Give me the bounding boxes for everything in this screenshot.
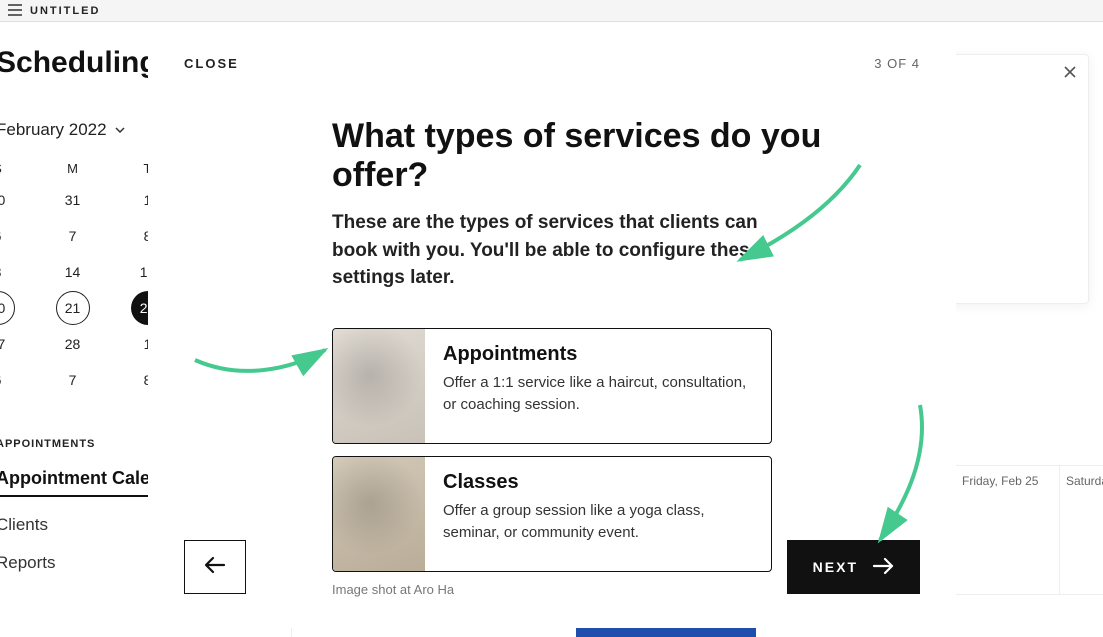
- calendar-day[interactable]: 30: [0, 182, 35, 218]
- arrow-left-icon: [204, 556, 226, 579]
- week-columns: Friday, Feb 25Saturda: [955, 465, 1103, 595]
- sidebar-nav-item[interactable]: Appointment Calen: [0, 468, 161, 497]
- calendar-day[interactable]: 27: [0, 326, 35, 362]
- window-title: UNTITLED: [30, 5, 100, 17]
- week-column-header: Friday, Feb 25: [955, 465, 1059, 595]
- onboarding-modal: CLOSE 3 OF 4 What types of services do y…: [148, 22, 956, 628]
- service-type-options: Appointments Offer a 1:1 service like a h…: [332, 328, 772, 572]
- next-button[interactable]: NEXT: [787, 540, 920, 594]
- service-type-card[interactable]: Appointments Offer a 1:1 service like a h…: [332, 328, 772, 444]
- chevron-down-icon: [115, 125, 125, 136]
- calendar-day[interactable]: 14: [35, 254, 110, 290]
- arrow-right-icon: [872, 557, 894, 578]
- step-indicator: 3 OF 4: [874, 56, 920, 71]
- close-icon[interactable]: [1064, 65, 1076, 83]
- week-column-header: Saturda: [1059, 465, 1103, 595]
- menu-icon[interactable]: [8, 3, 22, 19]
- calendar-day[interactable]: 6: [0, 362, 35, 398]
- modal-heading: What types of services do you offer?: [332, 117, 920, 195]
- modal-subheading: These are the types of services that cli…: [332, 209, 772, 292]
- calendar-day[interactable]: 7: [35, 362, 110, 398]
- calendar-day[interactable]: 20: [0, 290, 35, 326]
- card-description: Offer a 1:1 service like a haircut, cons…: [443, 372, 755, 416]
- title-bar: UNTITLED: [0, 0, 1103, 22]
- calendar-day[interactable]: 28: [35, 326, 110, 362]
- close-button[interactable]: CLOSE: [184, 56, 239, 71]
- calendar-day[interactable]: 3: [0, 254, 35, 290]
- calendar-day[interactable]: 31: [35, 182, 110, 218]
- back-button[interactable]: [184, 540, 246, 594]
- calendar-weekday-header: M: [35, 154, 110, 182]
- card-title: Appointments: [443, 343, 755, 366]
- calendar-day[interactable]: 6: [0, 218, 35, 254]
- month-label: February 2022: [0, 120, 107, 140]
- card-thumbnail: [333, 329, 425, 443]
- card-title: Classes: [443, 471, 755, 494]
- calendar-day[interactable]: 7: [35, 218, 110, 254]
- card-description: Offer a group session like a yoga class,…: [443, 500, 755, 544]
- next-button-label: NEXT: [813, 559, 858, 575]
- calendar-weekday-header: S: [0, 154, 35, 182]
- calendar-day[interactable]: 21: [35, 290, 110, 326]
